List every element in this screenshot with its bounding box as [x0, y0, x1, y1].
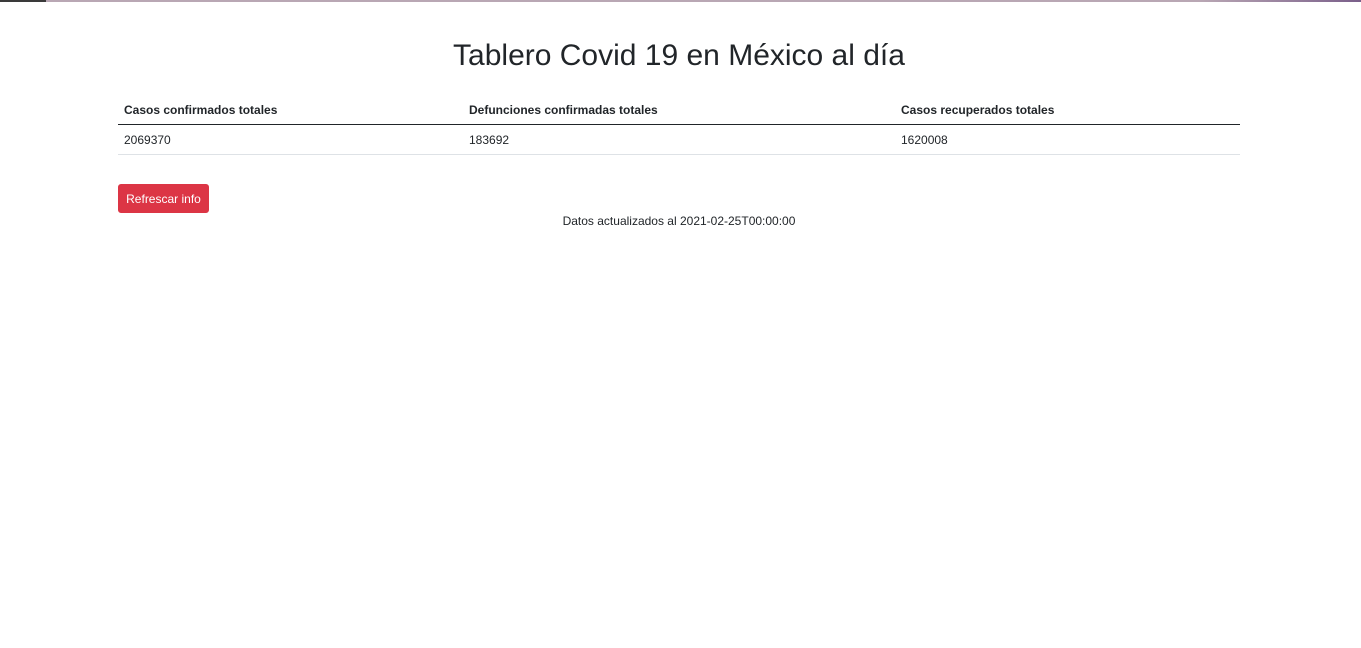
refresh-info-button[interactable]: Refrescar info: [118, 184, 209, 213]
table-header-row: Casos confirmados totales Defunciones co…: [118, 94, 1240, 125]
cell-recovered-cases: 1620008: [895, 124, 1240, 155]
table-row: 2069370 183692 1620008: [118, 124, 1240, 155]
cell-confirmed-cases: 2069370: [118, 124, 463, 155]
top-border-strip: [0, 0, 1361, 2]
page-title: Tablero Covid 19 en México al día: [453, 39, 905, 72]
column-header-confirmed-cases: Casos confirmados totales: [118, 94, 463, 125]
column-header-recovered-cases: Casos recuperados totales: [895, 94, 1240, 125]
covid-stats-table: Casos confirmados totales Defunciones co…: [118, 94, 1240, 155]
table-body: 2069370 183692 1620008: [118, 124, 1240, 155]
column-header-confirmed-deaths: Defunciones confirmadas totales: [463, 94, 895, 125]
table-header: Casos confirmados totales Defunciones co…: [118, 94, 1240, 125]
last-updated-text: Datos actualizados al 2021-02-25T00:00:0…: [562, 214, 796, 228]
cell-confirmed-deaths: 183692: [463, 124, 895, 155]
